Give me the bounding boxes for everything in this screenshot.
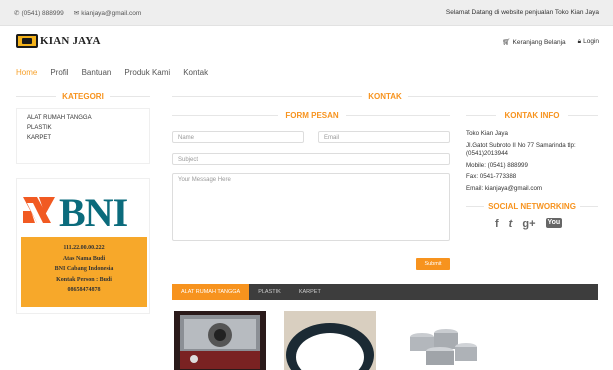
divider [580,206,598,207]
account-name: Atas Nama Budi [62,255,106,262]
cart-icon: 🛒︎ [502,39,511,46]
divider [110,96,150,97]
product-tabs: ALAT RUMAH TANGGA PLASTIK KARPET [172,284,598,300]
divider [408,96,598,97]
subject-input[interactable]: Subject [172,153,450,165]
phone-icon: ✆ [14,10,20,17]
nav-bantuan[interactable]: Bantuan [82,68,112,77]
logo-icon [16,34,38,48]
divider [568,115,598,116]
twitter-icon[interactable]: t [509,218,513,230]
header: KIAN JAYA 🛒︎ Keranjang Belanja 🔒︎ Login [0,26,613,60]
store-address: Jl.Gatot Subroto II No 77 Samarinda tlp:… [466,141,576,158]
store-fax: Fax: 0541-773388 [466,173,517,180]
lock-icon: 🔒︎ [577,38,582,45]
email-text: kianjaya@gmail.com [81,10,142,17]
tab-alat-rumah-tangga[interactable]: ALAT RUMAH TANGGA [172,284,250,300]
email-info: ✉ kianjaya@gmail.com [74,9,142,17]
facebook-icon[interactable]: f [495,218,499,230]
google-plus-icon[interactable]: g+ [522,218,535,230]
bank-branch: BNI Cabang Indonesia [54,266,114,272]
divider [346,115,450,116]
form-title: FORM PESAN [285,111,339,120]
cart-label: Keranjang Belanja [512,39,566,46]
divider [16,96,56,97]
bni-wordmark: BNI [59,190,128,235]
login-label: Login [583,38,599,45]
welcome-text: Selamat Datang di website penjualan Toko… [445,9,599,16]
category-title: KATEGORI [62,92,104,101]
category-item[interactable]: ALAT RUMAH TANGGA [27,115,149,121]
nav-kontak[interactable]: Kontak [183,68,208,77]
envelope-icon: ✉ [73,10,80,17]
divider [172,96,362,97]
nav-home[interactable]: Home [16,68,37,77]
top-bar: ✆ (0541) 888999 ✉ kianjaya@gmail.com Selam… [0,0,613,26]
youtube-icon[interactable]: You [545,218,563,228]
kontak-title: KONTAK [368,92,402,101]
divider [466,206,484,207]
divider [466,115,496,116]
login-link[interactable]: 🔒︎ Login [578,38,599,46]
logo-text: KIAN JAYA [40,35,101,47]
nav-profil[interactable]: Profil [50,68,68,77]
social-title: SOCIAL NETWORKING [488,202,576,211]
social-links: f t g+ You [495,218,563,230]
category-list: ALAT RUMAH TANGGA PLASTIK KARPET [16,108,150,164]
bank-account-card: 111.22.00.00.222 Atas Nama Budi BNI Caba… [21,237,147,307]
contact-info: Toko Kian Jaya Jl.Gatot Subroto II No 77… [466,130,596,196]
category-item[interactable]: KARPET [27,135,149,141]
tab-plastik[interactable]: PLASTIK [249,284,290,300]
phone-text: (0541) 888999 [21,10,64,17]
product-image-stove[interactable] [174,311,266,370]
message-textarea[interactable]: Your Message Here [172,173,450,241]
bni-logo: BNI [19,185,149,235]
store-mobile: Mobile: (0541) 888999 [466,161,528,169]
product-image-pots[interactable] [394,311,486,370]
cart-link[interactable]: 🛒︎ Keranjang Belanja [502,38,565,46]
store-email: Email: kianjaya@gmail.com [466,184,543,192]
tab-karpet[interactable]: KARPET [290,284,330,300]
pot-set-image [394,311,486,370]
contact-phone: 08658474878 [67,287,101,293]
product-image-plate[interactable] [284,311,376,370]
bank-info: BNI 111.22.00.00.222 Atas Nama Budi BNI … [16,178,150,314]
gas-stove-image [174,311,266,370]
bni-emblem-icon [21,193,57,229]
email-input[interactable]: Email [318,131,450,143]
plate-image [284,311,376,370]
divider [172,115,278,116]
main-nav: Home Profil Bantuan Produk Kami Kontak [16,68,208,77]
phone-info: ✆ (0541) 888999 [14,9,64,17]
store-name: Toko Kian Jaya [466,130,508,137]
submit-button[interactable]: Submit [416,258,450,270]
name-input[interactable]: Name [172,131,304,143]
account-number: 111.22.00.00.222 [63,245,105,251]
site-logo[interactable]: KIAN JAYA [16,34,101,48]
contact-person: Kontak Person : Budi [56,276,112,283]
info-title: KONTAK INFO [504,111,560,120]
nav-produk[interactable]: Produk Kami [124,68,170,77]
category-item[interactable]: PLASTIK [27,125,149,131]
